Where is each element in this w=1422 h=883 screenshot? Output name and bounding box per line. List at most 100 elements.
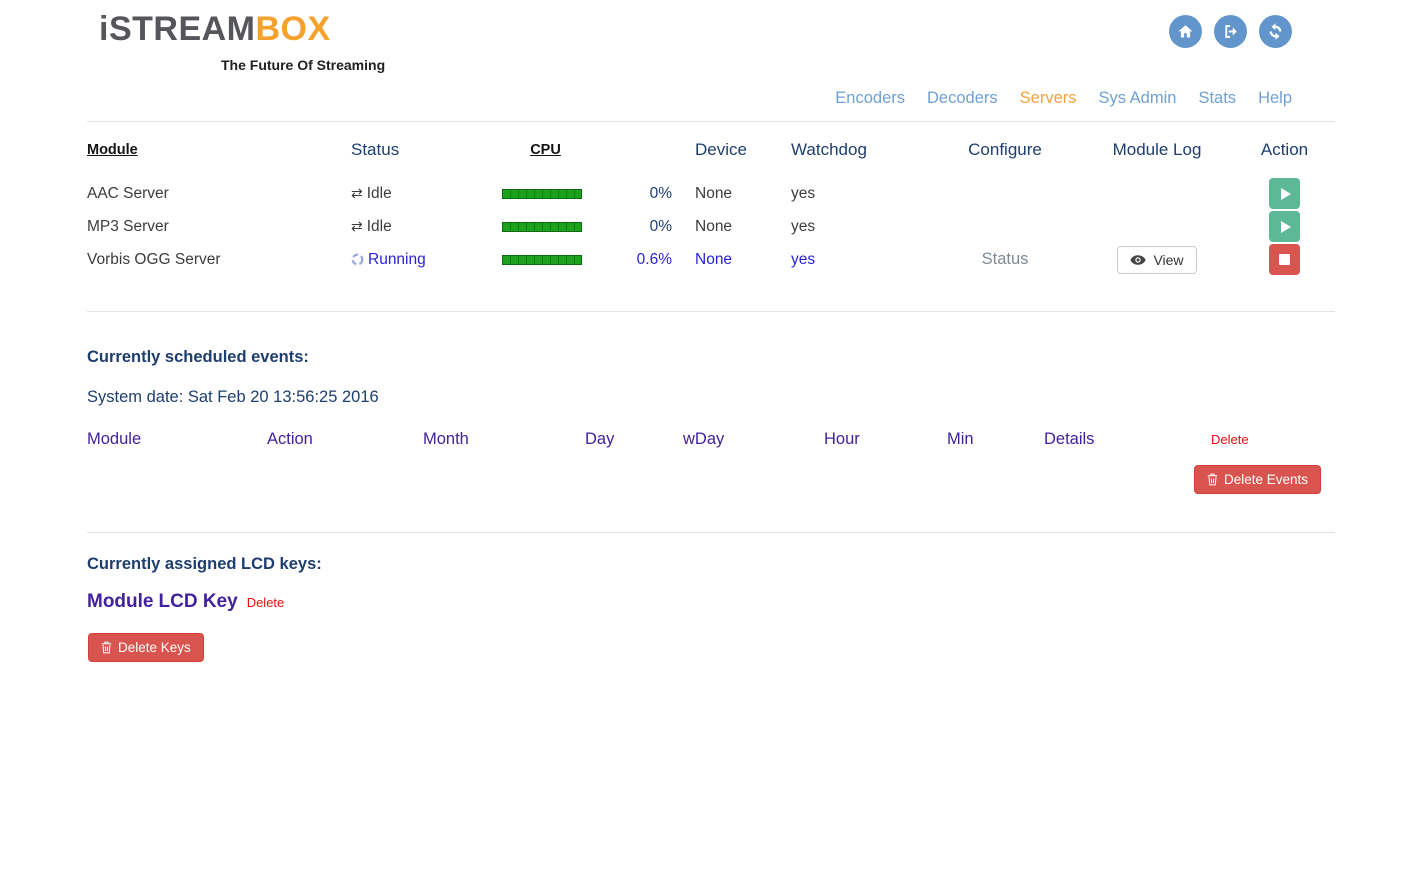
delete-events-button[interactable]: Delete Events bbox=[1194, 465, 1321, 494]
events-header-row: Module Action Month Day wDay Hour Min De… bbox=[87, 430, 1335, 456]
events-col-min: Min bbox=[947, 430, 974, 449]
cpu-bar bbox=[502, 189, 582, 199]
logo-text-primary: iSTREAM bbox=[99, 10, 256, 48]
col-header-cpu-label: CPU bbox=[530, 142, 561, 158]
cpu-percent: 0.6% bbox=[589, 243, 680, 276]
module-log-cell bbox=[1080, 177, 1234, 210]
col-header-module[interactable]: Module bbox=[87, 122, 351, 177]
device-value: None bbox=[680, 177, 776, 210]
nav-item-sys-admin[interactable]: Sys Admin bbox=[1099, 89, 1177, 108]
cpu-percent: 0% bbox=[589, 210, 680, 243]
nav-item-decoders[interactable]: Decoders bbox=[927, 89, 998, 108]
lcd-col-delete-link[interactable]: Delete bbox=[247, 595, 285, 610]
col-header-action: Action bbox=[1234, 122, 1335, 177]
events-col-module: Module bbox=[87, 430, 141, 449]
action-cell bbox=[1234, 210, 1335, 243]
events-actions: Delete Events bbox=[87, 456, 1335, 532]
events-col-wday: wDay bbox=[683, 430, 724, 449]
module-name: AAC Server bbox=[87, 177, 351, 210]
trash-icon bbox=[101, 641, 112, 654]
col-header-module-label: Module bbox=[87, 142, 138, 158]
play-icon bbox=[1281, 221, 1291, 233]
cpu-bar-cell bbox=[502, 210, 589, 243]
cpu-bar-cell bbox=[502, 243, 589, 276]
sign-out-button[interactable] bbox=[1214, 15, 1247, 48]
lcd-col-module: Module bbox=[87, 591, 154, 613]
servers-table: Module Status CPU Device Watchdog Config… bbox=[87, 122, 1335, 276]
server-row-vorbis: Vorbis OGG Server Running 0.6% None yes … bbox=[87, 243, 1335, 276]
status-cell: Running bbox=[351, 243, 502, 276]
nav-item-stats[interactable]: Stats bbox=[1198, 89, 1236, 108]
module-log-cell bbox=[1080, 210, 1234, 243]
events-col-hour: Hour bbox=[824, 430, 860, 449]
lcd-header-row: Module LCD Key Delete bbox=[87, 591, 1335, 613]
col-header-device: Device bbox=[680, 122, 776, 177]
action-cell bbox=[1234, 243, 1335, 276]
main-nav: Encoders Decoders Servers Sys Admin Stat… bbox=[835, 89, 1292, 108]
cpu-bar bbox=[502, 222, 582, 232]
status-cell: ⇄Idle bbox=[351, 177, 502, 210]
server-row-mp3: MP3 Server ⇄Idle 0% None yes bbox=[87, 210, 1335, 243]
watchdog-value: yes bbox=[776, 243, 930, 276]
module-log-cell: View bbox=[1080, 243, 1234, 276]
logo-text-accent: BOX bbox=[256, 10, 331, 48]
logo: iSTREAMBOX bbox=[99, 10, 331, 49]
col-header-watchdog: Watchdog bbox=[776, 122, 930, 177]
watchdog-value: yes bbox=[776, 177, 930, 210]
module-name: MP3 Server bbox=[87, 210, 351, 243]
status-label: Idle bbox=[367, 218, 392, 235]
servers-header-row: Module Status CPU Device Watchdog Config… bbox=[87, 122, 1335, 177]
nav-item-encoders[interactable]: Encoders bbox=[835, 89, 905, 108]
status-label: Idle bbox=[367, 185, 392, 202]
cpu-percent: 0% bbox=[589, 177, 680, 210]
refresh-icon bbox=[1267, 23, 1284, 40]
tagline: The Future Of Streaming bbox=[221, 57, 385, 73]
events-col-delete-link[interactable]: Delete bbox=[1211, 432, 1249, 447]
start-button[interactable] bbox=[1269, 178, 1300, 209]
header-buttons bbox=[1169, 15, 1292, 48]
configure-cell bbox=[930, 177, 1080, 210]
status-cell: ⇄Idle bbox=[351, 210, 502, 243]
home-icon bbox=[1177, 23, 1194, 40]
events-title: Currently scheduled events: bbox=[87, 348, 1335, 367]
nav-item-help[interactable]: Help bbox=[1258, 89, 1292, 108]
lcd-title: Currently assigned LCD keys: bbox=[87, 555, 1335, 574]
device-value: None bbox=[680, 243, 776, 276]
system-date: System date: Sat Feb 20 13:56:25 2016 bbox=[87, 388, 1335, 407]
start-button[interactable] bbox=[1269, 211, 1300, 242]
status-label: Running bbox=[368, 251, 426, 268]
configure-status-link[interactable]: Status bbox=[982, 250, 1029, 268]
nav-item-servers[interactable]: Servers bbox=[1020, 89, 1077, 108]
sign-out-icon bbox=[1222, 23, 1239, 40]
stop-button[interactable] bbox=[1269, 244, 1300, 275]
col-header-cpu-pct bbox=[589, 122, 680, 177]
stop-icon bbox=[1279, 254, 1290, 265]
page-container: iSTREAMBOX The Future Of Streaming bbox=[87, 0, 1335, 662]
events-section: Currently scheduled events: System date:… bbox=[87, 312, 1335, 532]
action-cell bbox=[1234, 177, 1335, 210]
col-header-module-log: Module Log bbox=[1080, 122, 1234, 177]
view-log-button[interactable]: View bbox=[1117, 246, 1196, 274]
delete-events-label: Delete Events bbox=[1224, 472, 1308, 487]
cpu-bar-cell bbox=[502, 177, 589, 210]
lcd-col-key: LCD Key bbox=[159, 591, 238, 613]
servers-section: Module Status CPU Device Watchdog Config… bbox=[87, 122, 1335, 276]
server-row-aac: AAC Server ⇄Idle 0% None yes bbox=[87, 177, 1335, 210]
configure-cell bbox=[930, 210, 1080, 243]
events-col-action: Action bbox=[267, 430, 313, 449]
col-header-cpu[interactable]: CPU bbox=[502, 122, 589, 177]
play-icon bbox=[1281, 188, 1291, 200]
cpu-bar bbox=[502, 255, 582, 265]
home-button[interactable] bbox=[1169, 15, 1202, 48]
eye-icon bbox=[1130, 255, 1146, 265]
view-log-label: View bbox=[1153, 252, 1183, 268]
configure-cell: Status bbox=[930, 243, 1080, 276]
header: iSTREAMBOX The Future Of Streaming bbox=[87, 0, 1335, 122]
refresh-button[interactable] bbox=[1259, 15, 1292, 48]
watchdog-value: yes bbox=[776, 210, 930, 243]
delete-keys-button[interactable]: Delete Keys bbox=[88, 633, 204, 662]
delete-keys-label: Delete Keys bbox=[118, 640, 191, 655]
events-col-day: Day bbox=[585, 430, 614, 449]
exchange-icon: ⇄ bbox=[351, 218, 363, 234]
module-name: Vorbis OGG Server bbox=[87, 243, 351, 276]
